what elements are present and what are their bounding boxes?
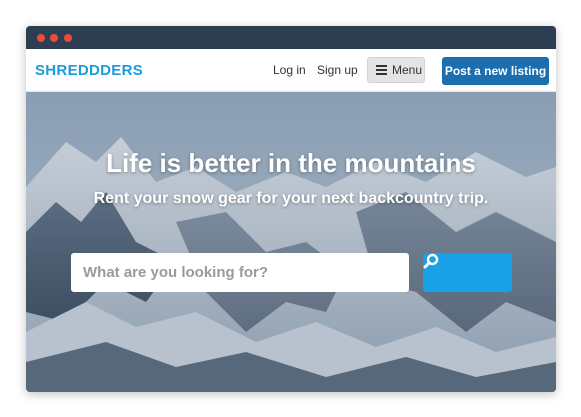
signup-link[interactable]: Sign up: [317, 63, 358, 77]
post-listing-button[interactable]: Post a new listing: [442, 57, 549, 85]
hero-banner: Life is better in the mountains Rent you…: [26, 92, 556, 392]
menu-button-label: Menu: [392, 63, 423, 77]
hero-title: Life is better in the mountains: [106, 148, 476, 178]
search-icon: [423, 253, 439, 269]
search-input[interactable]: [71, 253, 409, 292]
window-maximize-dot[interactable]: [64, 34, 72, 42]
browser-window: SHREDDDERS Log in Sign up Menu Post a ne…: [26, 26, 556, 392]
window-close-dot[interactable]: [37, 34, 45, 42]
window-titlebar: [26, 26, 556, 49]
hamburger-icon: [376, 65, 387, 75]
hero-subtitle: Rent your snow gear for your next backco…: [93, 190, 489, 207]
window-minimize-dot[interactable]: [50, 34, 58, 42]
login-link[interactable]: Log in: [273, 63, 306, 77]
mountain-background-image: [26, 92, 556, 392]
search-button[interactable]: [423, 253, 512, 292]
menu-button[interactable]: Menu: [367, 57, 425, 83]
site-logo[interactable]: SHREDDDERS: [35, 62, 143, 79]
top-navbar: SHREDDDERS Log in Sign up Menu Post a ne…: [26, 49, 556, 92]
